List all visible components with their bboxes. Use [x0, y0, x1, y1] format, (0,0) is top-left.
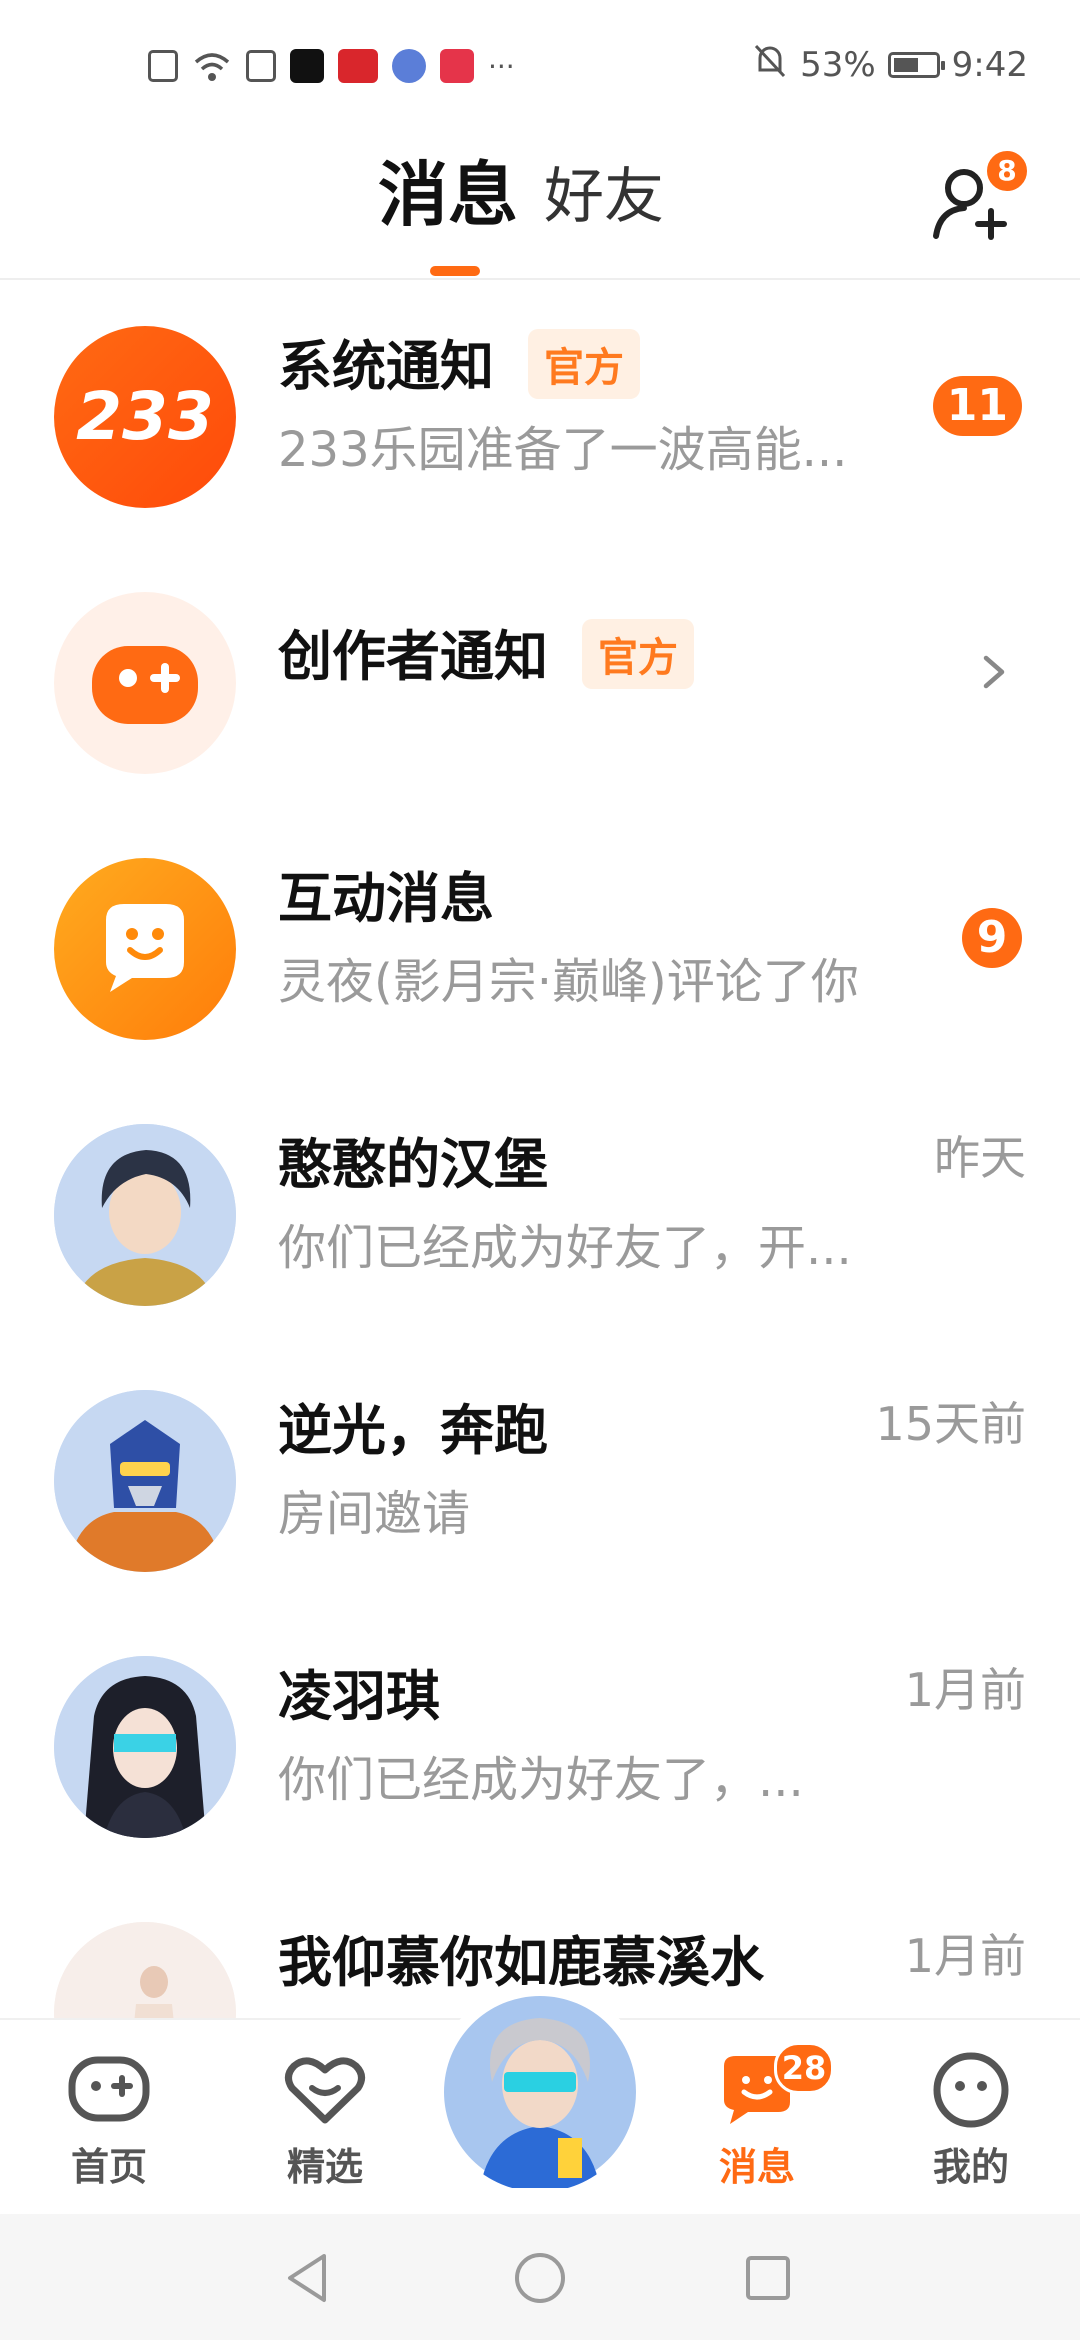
upload-icon	[246, 50, 276, 82]
nav-featured-label: 精选	[286, 2145, 363, 2189]
status-icons-right: 53% 9:42	[752, 40, 1028, 90]
nav-home[interactable]: 首页	[34, 2050, 184, 2191]
message-row-system[interactable]: 233 系统通知 官方 233乐园准备了一波高能... 11	[0, 276, 1080, 542]
recents-icon[interactable]	[742, 2252, 794, 2304]
nav-messages-label: 消息	[718, 2145, 795, 2189]
nav-me-label: 我的	[932, 2145, 1009, 2189]
message-row-user[interactable]: 憨憨的汉堡 你们已经成为好友了，开... 昨天	[0, 1074, 1080, 1340]
user-avatar	[54, 1390, 236, 1572]
message-name-text: 创作者通知	[278, 625, 548, 688]
unread-count-badge: 9	[962, 908, 1022, 968]
nav-me[interactable]: 我的	[896, 2050, 1046, 2191]
smiley-chat-icon	[54, 858, 236, 1040]
user-avatar	[54, 1124, 236, 1306]
back-icon[interactable]	[282, 2250, 332, 2306]
add-friend-badge: 8	[984, 148, 1030, 194]
tab-messages[interactable]: 消息	[378, 150, 518, 240]
chevron-right-icon	[962, 642, 1022, 702]
book-app-icon	[440, 49, 474, 83]
clock: 9:42	[951, 45, 1028, 85]
nav-home-label: 首页	[70, 2145, 147, 2189]
mute-bell-icon	[752, 42, 788, 89]
message-name: 我仰慕你如鹿慕溪水	[278, 1931, 764, 1994]
official-tag: 官方	[528, 329, 640, 400]
message-time: 1月前	[904, 1663, 1026, 1717]
message-row-user[interactable]: 凌羽琪 你们已经成为好友了，... 1月前	[0, 1606, 1080, 1872]
nav-messages[interactable]: 28 消息	[682, 2042, 834, 2191]
heart-icon	[285, 2057, 365, 2124]
music-app-icon	[392, 49, 426, 83]
tab-friends[interactable]: 好友	[544, 154, 664, 240]
wifi-icon	[192, 50, 232, 82]
search-app-icon	[338, 49, 378, 83]
message-name: 憨憨的汉堡	[278, 1133, 548, 1196]
official-tag: 官方	[582, 619, 694, 690]
brand-233-text: 233	[76, 378, 214, 455]
message-preview: 你们已经成为好友了，...	[278, 1752, 804, 1808]
center-avatar-button[interactable]	[440, 1992, 640, 2192]
tiktok-icon	[290, 49, 324, 83]
header: 消息 好友 8	[0, 130, 1080, 280]
message-name: 凌羽琪	[278, 1665, 440, 1728]
battery-icon	[887, 52, 945, 78]
message-name-text: 系统通知	[278, 335, 494, 398]
message-name: 逆光，奔跑	[278, 1399, 548, 1462]
message-time: 昨天	[934, 1131, 1026, 1185]
home-circle-icon[interactable]	[512, 2250, 568, 2306]
user-avatar	[54, 1656, 236, 1838]
nav-featured[interactable]: 精选	[250, 2050, 400, 2191]
message-preview: 房间邀请	[278, 1486, 471, 1542]
alert-icon	[148, 50, 178, 82]
unread-count-badge: 11	[932, 376, 1022, 436]
tab-indicator	[430, 266, 480, 276]
more-notifications: ···	[488, 49, 515, 83]
gamepad-plus-icon	[54, 592, 236, 774]
message-preview: 233乐园准备了一波高能...	[278, 422, 848, 478]
face-icon	[933, 2052, 1009, 2128]
battery-percent: 53%	[800, 45, 876, 85]
system-navigation-bar	[0, 2214, 1080, 2340]
message-preview: 灵夜(影月宗·巅峰)评论了你	[278, 954, 859, 1010]
message-preview: 你们已经成为好友了，开...	[278, 1220, 852, 1276]
bottom-navigation: 首页 精选 28 消息 我的	[0, 1992, 1080, 2216]
messages-badge: 28	[774, 2042, 834, 2094]
brand-233-logo: 233	[54, 326, 236, 508]
message-row-interaction[interactable]: 互动消息 灵夜(影月宗·巅峰)评论了你 9	[0, 808, 1080, 1074]
message-row-user[interactable]: 逆光，奔跑 房间邀请 15天前	[0, 1340, 1080, 1606]
status-bar: ··· 53% 9:42	[0, 0, 1080, 130]
gamepad-icon	[68, 2056, 150, 2122]
message-name: 系统通知 官方	[278, 322, 640, 405]
message-name: 互动消息	[278, 867, 494, 930]
add-friend-button[interactable]: 8	[930, 148, 1030, 244]
tab-bar: 消息 好友	[378, 150, 664, 240]
message-row-creator[interactable]: 创作者通知 官方	[0, 542, 1080, 808]
message-time: 15天前	[875, 1397, 1026, 1451]
message-time: 1月前	[904, 1929, 1026, 1983]
character-avatar-icon	[444, 1996, 636, 2188]
message-name: 创作者通知 官方	[278, 612, 694, 695]
status-icons-left: ···	[148, 44, 515, 88]
